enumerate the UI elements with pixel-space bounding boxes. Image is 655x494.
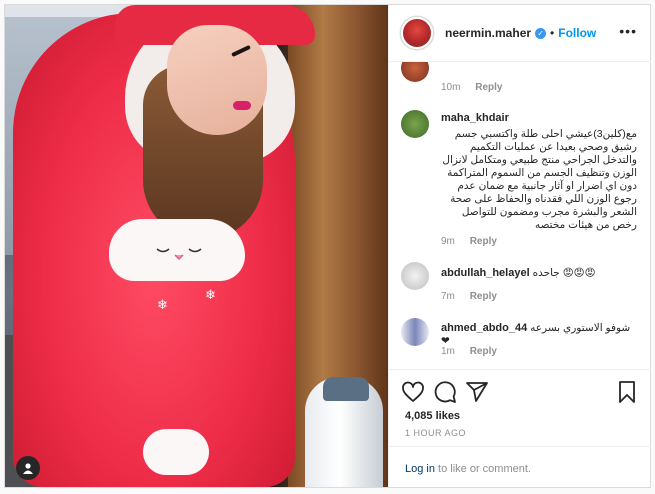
post-timestamp: 1 HOUR AGO	[405, 428, 467, 438]
commenter-avatar[interactable]	[401, 62, 429, 82]
reply-button[interactable]: Reply	[470, 291, 497, 302]
commenter-avatar[interactable]	[401, 318, 429, 346]
bookmark-icon[interactable]	[615, 380, 639, 404]
snowflake-icon: ❄	[205, 287, 216, 302]
comment-meta: 1m Reply	[441, 346, 497, 357]
comment-text: مع(كلين3)عيشي احلى طلة واكتسبي جسم رشيق …	[442, 128, 637, 231]
commenter-avatar[interactable]	[401, 262, 429, 290]
comment-meta: 7m Reply	[441, 291, 497, 302]
post-photo[interactable]: ❄ ❄	[5, 5, 388, 487]
reply-button[interactable]: Reply	[470, 346, 497, 357]
login-link[interactable]: Log in	[405, 463, 435, 475]
comment-meta: 9m Reply	[441, 236, 497, 247]
comment-icon[interactable]	[433, 380, 457, 404]
cloud-print	[109, 219, 245, 281]
comment-username[interactable]: abdullah_helayel	[441, 267, 530, 279]
cloud-print-small	[143, 429, 209, 475]
share-icon[interactable]	[465, 380, 489, 404]
comment-row: abdullah_helayel جاحده 😡😡😡	[441, 267, 637, 280]
comment-text: جاحده 😡😡😡	[532, 267, 596, 279]
action-icons	[401, 380, 639, 404]
face	[167, 25, 267, 135]
comment-meta: 10m Reply	[441, 82, 503, 93]
login-prompt: Log in to like or comment.	[389, 446, 651, 488]
author-avatar[interactable]	[401, 17, 433, 49]
comment-username: maha_khdair	[441, 112, 509, 124]
verified-badge-icon: ✓	[535, 27, 547, 39]
author-username[interactable]: neermin.maher	[445, 26, 531, 40]
more-options-icon[interactable]: •••	[619, 24, 637, 38]
snowflake-icon: ❄	[157, 297, 168, 312]
comments-list: 10m Reply maha_khdair مع(كلين3)عيشي احلى…	[389, 62, 651, 369]
follow-button[interactable]: Follow	[558, 26, 596, 40]
reply-button[interactable]: Reply	[475, 82, 502, 93]
comment-row: ahmed_abdo_44 شوفو الاستوري بسرعه ❤	[441, 322, 637, 348]
user-tag-icon[interactable]	[16, 456, 40, 480]
login-prompt-text: to like or comment.	[434, 463, 531, 475]
separator-dot: •	[550, 26, 555, 40]
reply-button[interactable]: Reply	[470, 236, 497, 247]
like-count[interactable]: 4,085 likes	[405, 410, 460, 422]
comment-username[interactable]: ahmed_abdo_44	[441, 322, 527, 334]
post-header: neermin.maher ✓ • Follow •••	[389, 5, 651, 62]
heart-icon[interactable]	[401, 380, 425, 404]
post-dialog: ❄ ❄ neermin.maher ✓ • Follow ••• 10m Rep…	[4, 4, 651, 488]
post-side-panel: neermin.maher ✓ • Follow ••• 10m Reply m…	[388, 5, 651, 489]
post-actions: 4,085 likes 1 HOUR AGO Log in to like or…	[389, 369, 651, 489]
commenter-avatar[interactable]	[401, 110, 429, 138]
